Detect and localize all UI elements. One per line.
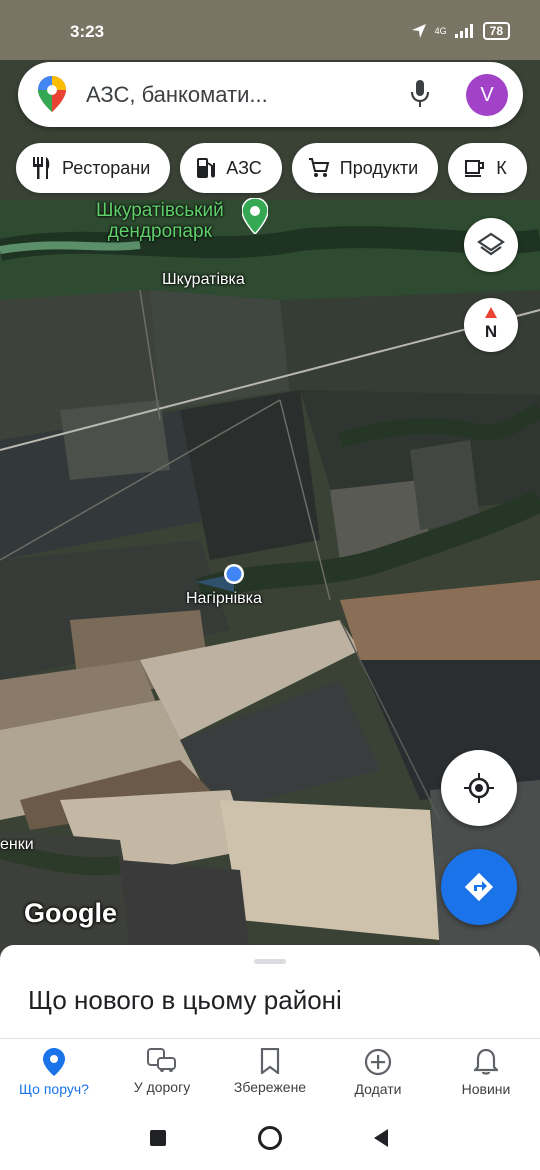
avatar[interactable]: V xyxy=(466,74,508,116)
village-label-partial[interactable]: енки xyxy=(0,836,34,854)
directions-icon xyxy=(464,872,494,902)
gas-station-icon xyxy=(197,158,216,178)
search-bar[interactable]: АЗС, банкомати... V xyxy=(18,62,523,127)
chip-groceries[interactable]: Продукти xyxy=(291,143,439,193)
bottom-nav: Що поруч? У дорогу Збережене Додати Нови… xyxy=(0,1038,540,1107)
commute-icon xyxy=(147,1048,176,1072)
location-pin-icon xyxy=(43,1048,65,1076)
home-button[interactable] xyxy=(258,1126,282,1150)
nav-explore[interactable]: Що поруч? xyxy=(0,1039,108,1107)
chip-groceries-label: Продукти xyxy=(339,157,419,178)
nav-explore-label: Що поруч? xyxy=(19,1081,89,1097)
system-nav-bar xyxy=(0,1106,540,1170)
network-label: 4G xyxy=(434,26,447,36)
my-location-icon xyxy=(464,773,494,803)
google-logo: Google xyxy=(24,898,117,928)
restaurant-icon xyxy=(33,157,50,179)
battery-indicator: 78 xyxy=(482,22,510,40)
sheet-title: Що нового в цьому районі xyxy=(28,985,342,1015)
nav-contribute[interactable]: Додати xyxy=(324,1039,432,1107)
nav-updates[interactable]: Новини xyxy=(432,1039,540,1107)
shopping-cart-icon xyxy=(308,158,330,177)
bell-icon xyxy=(474,1048,498,1075)
nav-commute[interactable]: У дорогу xyxy=(108,1039,216,1107)
nav-contribute-label: Додати xyxy=(354,1081,402,1097)
nav-updates-label: Новини xyxy=(461,1081,511,1097)
park-label-line2: дендропарк xyxy=(107,221,212,242)
recent-apps-button[interactable] xyxy=(150,1130,166,1146)
layers-button[interactable] xyxy=(464,218,518,272)
chip-coffee-label: К xyxy=(496,157,507,178)
add-circle-icon xyxy=(364,1048,392,1076)
sheet-drag-handle[interactable] xyxy=(254,959,286,964)
nav-saved-label: Збережене xyxy=(233,1079,307,1095)
bookmark-icon xyxy=(260,1048,280,1074)
chip-gas-stations[interactable]: АЗС xyxy=(180,143,282,193)
my-location-button[interactable] xyxy=(441,750,517,826)
park-label-line1: Шкуратівський xyxy=(96,200,224,221)
park-marker-icon[interactable] xyxy=(241,197,269,239)
directions-button[interactable] xyxy=(441,849,517,925)
nav-commute-label: У дорогу xyxy=(133,1079,191,1095)
google-maps-pin-icon xyxy=(38,76,66,117)
status-bar: 3:23 4G 78 xyxy=(0,0,540,60)
chip-coffee[interactable]: К xyxy=(448,143,527,193)
layers-icon xyxy=(477,232,505,256)
park-label[interactable]: Шкуратівський дендропарк xyxy=(96,200,224,242)
current-location-marker xyxy=(186,558,256,603)
coffee-icon xyxy=(465,160,485,177)
signal-icon xyxy=(454,24,473,38)
mic-icon[interactable] xyxy=(410,80,430,113)
navigation-arrow-icon xyxy=(411,24,426,38)
compass-button[interactable]: N xyxy=(464,298,518,352)
village-label-shkurativka[interactable]: Шкуратівка xyxy=(162,271,245,289)
category-chips: Ресторани АЗС Продукти К xyxy=(16,143,527,193)
back-button[interactable] xyxy=(372,1128,390,1148)
search-input[interactable]: АЗС, банкомати... xyxy=(86,82,268,108)
compass-label: N xyxy=(484,322,498,341)
chip-gas-stations-label: АЗС xyxy=(226,157,262,178)
chip-restaurants-label: Ресторани xyxy=(62,157,151,178)
status-time: 3:23 xyxy=(70,22,105,41)
status-icons: 4G 78 xyxy=(411,22,510,40)
chip-restaurants[interactable]: Ресторани xyxy=(16,143,171,193)
nav-saved[interactable]: Збережене xyxy=(216,1039,324,1107)
